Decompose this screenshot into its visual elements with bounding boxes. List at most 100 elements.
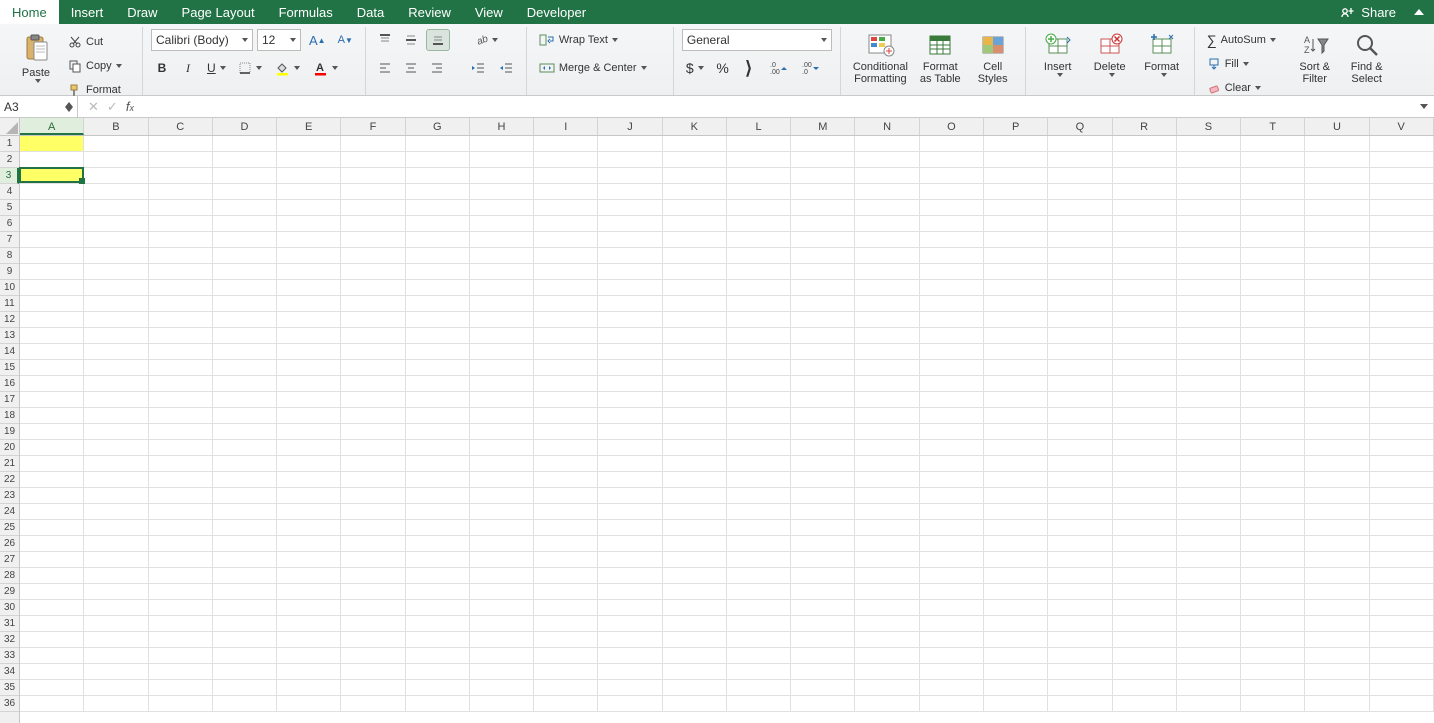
cell[interactable] — [341, 520, 405, 536]
cell[interactable] — [277, 568, 341, 584]
cell[interactable] — [84, 632, 148, 648]
cell[interactable] — [1370, 232, 1434, 248]
row-header[interactable]: 20 — [0, 440, 19, 456]
row-header[interactable]: 30 — [0, 600, 19, 616]
cell[interactable] — [1305, 168, 1369, 184]
insert-cells-button[interactable]: Insert — [1034, 29, 1082, 79]
conditional-formatting-button[interactable]: Conditional Formatting — [849, 29, 912, 87]
column-header[interactable]: B — [84, 118, 148, 135]
cell[interactable] — [984, 184, 1048, 200]
cell[interactable] — [20, 632, 84, 648]
cell[interactable] — [1305, 296, 1369, 312]
cell[interactable] — [1241, 248, 1305, 264]
cell[interactable] — [277, 344, 341, 360]
cancel-formula-icon[interactable]: ✕ — [88, 99, 99, 115]
cell[interactable] — [213, 600, 277, 616]
cell[interactable] — [277, 664, 341, 680]
cell[interactable] — [727, 328, 791, 344]
cell[interactable] — [1305, 328, 1369, 344]
cell[interactable] — [406, 488, 470, 504]
column-header[interactable]: J — [598, 118, 662, 135]
cell[interactable] — [1241, 408, 1305, 424]
cell[interactable] — [20, 184, 84, 200]
cell[interactable] — [598, 696, 662, 712]
row-header[interactable]: 28 — [0, 568, 19, 584]
column-header[interactable]: U — [1305, 118, 1369, 135]
cell[interactable] — [984, 216, 1048, 232]
cell[interactable] — [534, 184, 598, 200]
cell[interactable] — [598, 184, 662, 200]
cell[interactable] — [855, 264, 919, 280]
cell[interactable] — [727, 440, 791, 456]
cell[interactable] — [534, 536, 598, 552]
cell[interactable] — [470, 696, 534, 712]
cell[interactable] — [20, 200, 84, 216]
cell[interactable] — [213, 504, 277, 520]
column-header[interactable]: V — [1370, 118, 1434, 135]
cell[interactable] — [1370, 360, 1434, 376]
cell[interactable] — [213, 216, 277, 232]
font-size-combo[interactable]: 12 — [257, 29, 301, 51]
cell[interactable] — [534, 280, 598, 296]
cell[interactable] — [791, 488, 855, 504]
cell[interactable] — [84, 456, 148, 472]
cell[interactable] — [277, 280, 341, 296]
cell[interactable] — [855, 568, 919, 584]
cell[interactable] — [791, 328, 855, 344]
cell[interactable] — [1305, 440, 1369, 456]
cell[interactable] — [791, 552, 855, 568]
cell[interactable] — [277, 152, 341, 168]
cell[interactable] — [1241, 152, 1305, 168]
cell[interactable] — [149, 392, 213, 408]
cell[interactable] — [213, 184, 277, 200]
cell[interactable] — [1241, 488, 1305, 504]
cell[interactable] — [920, 152, 984, 168]
cell[interactable] — [1177, 488, 1241, 504]
cell[interactable] — [406, 216, 470, 232]
cell[interactable] — [341, 136, 405, 152]
cell[interactable] — [406, 664, 470, 680]
cell[interactable] — [341, 248, 405, 264]
cell[interactable] — [1048, 568, 1112, 584]
cell[interactable] — [1113, 504, 1177, 520]
cell[interactable] — [920, 664, 984, 680]
cell[interactable] — [213, 520, 277, 536]
cell[interactable] — [984, 168, 1048, 184]
cell[interactable] — [1305, 232, 1369, 248]
cell[interactable] — [277, 552, 341, 568]
cell[interactable] — [149, 136, 213, 152]
cell[interactable] — [1048, 232, 1112, 248]
cell[interactable] — [791, 424, 855, 440]
cell[interactable] — [470, 312, 534, 328]
fill-button[interactable]: Fill — [1203, 53, 1287, 75]
cell[interactable] — [1113, 632, 1177, 648]
cell[interactable] — [1177, 264, 1241, 280]
cell[interactable] — [1305, 392, 1369, 408]
cell[interactable] — [84, 136, 148, 152]
cell[interactable] — [149, 568, 213, 584]
cell[interactable] — [213, 648, 277, 664]
cell[interactable] — [1048, 680, 1112, 696]
cell[interactable] — [1305, 568, 1369, 584]
cell[interactable] — [984, 328, 1048, 344]
cell[interactable] — [791, 248, 855, 264]
cell[interactable] — [598, 616, 662, 632]
cell[interactable] — [20, 328, 84, 344]
cell[interactable] — [598, 360, 662, 376]
cell[interactable] — [1048, 520, 1112, 536]
cell[interactable] — [149, 440, 213, 456]
cell[interactable] — [1370, 472, 1434, 488]
cell[interactable] — [341, 232, 405, 248]
cell[interactable] — [1305, 488, 1369, 504]
cell[interactable] — [663, 440, 727, 456]
cell[interactable] — [598, 600, 662, 616]
cell[interactable] — [920, 264, 984, 280]
cell[interactable] — [1113, 616, 1177, 632]
cell[interactable] — [598, 632, 662, 648]
cell[interactable] — [920, 328, 984, 344]
cell[interactable] — [149, 552, 213, 568]
cell-styles-button[interactable]: Cell Styles — [969, 29, 1017, 87]
cell[interactable] — [470, 408, 534, 424]
cell[interactable] — [1177, 216, 1241, 232]
cell[interactable] — [470, 504, 534, 520]
